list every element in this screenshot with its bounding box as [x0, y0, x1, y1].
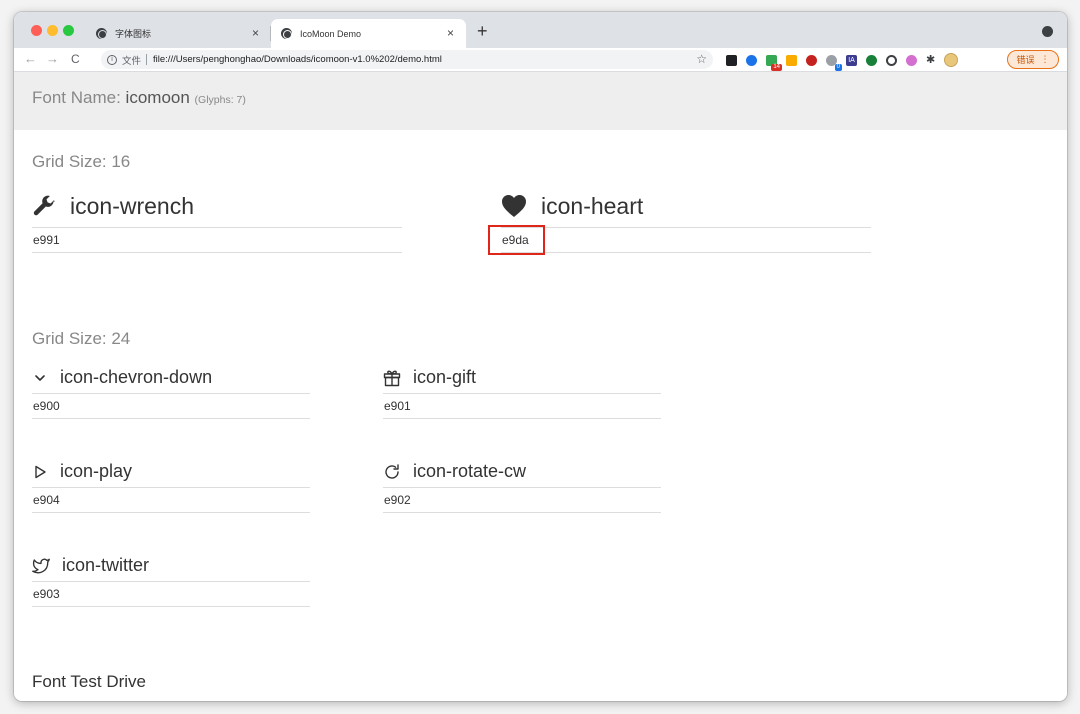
info-icon[interactable]: i — [107, 54, 117, 65]
extension-download-icon[interactable] — [786, 54, 797, 66]
gift-icon — [383, 370, 401, 386]
glyph-code-field[interactable]: e900 — [32, 394, 310, 419]
glyph-code-field[interactable]: e901 — [383, 394, 661, 419]
address-url[interactable]: file:///Users/penghonghao/Downloads/icom… — [153, 54, 442, 65]
close-tab-icon[interactable]: × — [447, 27, 454, 39]
reload-button[interactable]: C — [71, 51, 80, 67]
address-bar[interactable]: i 文件 file:///Users/penghonghao/Downloads… — [101, 50, 713, 69]
glyph-name: icon-chevron-down — [60, 367, 213, 387]
glyph-icon-rotate-cw: icon-rotate-cw e902 — [383, 456, 661, 513]
glyph-name: icon-heart — [541, 192, 644, 219]
address-scheme-label: 文件 — [122, 55, 142, 67]
section-title-grid-16: Grid Size: 16 — [32, 152, 131, 171]
font-test-drive-title: Font Test Drive — [32, 672, 147, 691]
new-tab-button[interactable]: + — [477, 22, 488, 40]
tab-title: 字体图标 — [115, 29, 152, 39]
bookmark-star-icon[interactable]: ☆ — [696, 52, 707, 66]
close-tab-icon[interactable]: × — [252, 27, 259, 39]
glyph-name: icon-wrench — [70, 192, 194, 219]
extension-translate-icon[interactable] — [746, 54, 757, 66]
glyph-icon-wrench: icon-wrench e991 — [32, 185, 402, 253]
error-button[interactable]: 错误 ⋮ — [1007, 50, 1059, 69]
browser-toolbar: ← → C i 文件 file:///Users/penghonghao/Dow… — [14, 48, 1067, 72]
menu-icon: ⋮ — [1040, 54, 1050, 64]
font-name-prefix: Font Name: — [32, 88, 121, 107]
glyph-icon-heart: icon-heart e9da — [488, 185, 871, 255]
twitter-icon — [32, 558, 50, 573]
chevron-down-icon — [35, 374, 45, 381]
glyph-code-field[interactable]: e991 — [32, 228, 402, 253]
minimize-window-button[interactable] — [47, 25, 58, 36]
tab-icomoon-demo[interactable]: IcoMoon Demo × — [271, 19, 466, 48]
tab-title: IcoMoon Demo — [300, 28, 362, 39]
glyph-name: icon-rotate-cw — [413, 461, 527, 481]
extensions-bar: 14 0 IA ✱ — [726, 53, 959, 71]
tab-font-icons[interactable]: 字体图标 × — [86, 19, 271, 48]
forward-button[interactable]: → — [46, 51, 59, 67]
highlight-annotation-box — [488, 225, 545, 255]
extension-badge: 0 — [834, 63, 842, 71]
browser-window: 字体图标 × IcoMoon Demo × + ← → C i 文件 file:… — [14, 12, 1067, 701]
back-button[interactable]: ← — [24, 51, 37, 67]
extension-check-icon[interactable] — [866, 54, 877, 66]
extension-badge: 14 — [771, 63, 782, 71]
glyph-icon-gift: icon-gift e901 — [383, 362, 661, 419]
extension-grid-icon[interactable]: 14 — [766, 54, 782, 71]
glyph-icon-twitter: icon-twitter e903 — [32, 550, 310, 607]
heart-icon — [502, 195, 526, 217]
page-header: Font Name: icomoon (Glyphs: 7) — [14, 72, 1067, 130]
glyph-icon-chevron-down: icon-chevron-down e900 — [32, 362, 310, 419]
glyph-count: (Glyphs: 7) — [194, 94, 246, 106]
extensions-puzzle-icon[interactable]: ✱ — [926, 54, 935, 66]
glyph-code-field[interactable]: e903 — [32, 582, 310, 607]
play-icon — [35, 465, 46, 478]
glyph-code-field[interactable]: e904 — [32, 488, 310, 513]
section-title-grid-24: Grid Size: 24 — [32, 329, 131, 348]
page-content: Font Name: icomoon (Glyphs: 7) Grid Size… — [14, 72, 1067, 701]
tab-search-icon[interactable] — [1042, 26, 1053, 37]
profile-avatar[interactable] — [944, 53, 959, 67]
tab-strip: 字体图标 × IcoMoon Demo × + — [14, 12, 1067, 48]
error-button-label: 错误 — [1016, 55, 1035, 65]
globe-icon — [281, 28, 292, 39]
rotate-cw-icon — [385, 463, 399, 479]
close-window-button[interactable] — [31, 25, 42, 36]
extension-shield-icon[interactable] — [806, 54, 817, 66]
extension-flower-icon[interactable] — [906, 54, 917, 66]
zoom-window-button[interactable] — [63, 25, 74, 36]
glyph-code-field[interactable]: e902 — [383, 488, 661, 513]
glyph-name: icon-twitter — [62, 555, 150, 575]
address-divider — [146, 54, 148, 65]
extension-ia-icon[interactable]: IA — [846, 54, 857, 66]
glyph-icon-play: icon-play e904 — [32, 456, 310, 513]
wrench-icon — [33, 195, 55, 216]
extension-cloud-icon[interactable]: 0 — [826, 54, 842, 71]
glyph-name: icon-gift — [413, 367, 477, 387]
extension-mask-icon[interactable] — [886, 54, 897, 66]
extension-reader-icon[interactable] — [726, 54, 737, 66]
globe-icon — [96, 28, 107, 39]
glyph-code-field[interactable]: e9da — [488, 225, 871, 255]
font-name: icomoon — [125, 88, 190, 107]
glyph-name: icon-play — [60, 461, 133, 481]
